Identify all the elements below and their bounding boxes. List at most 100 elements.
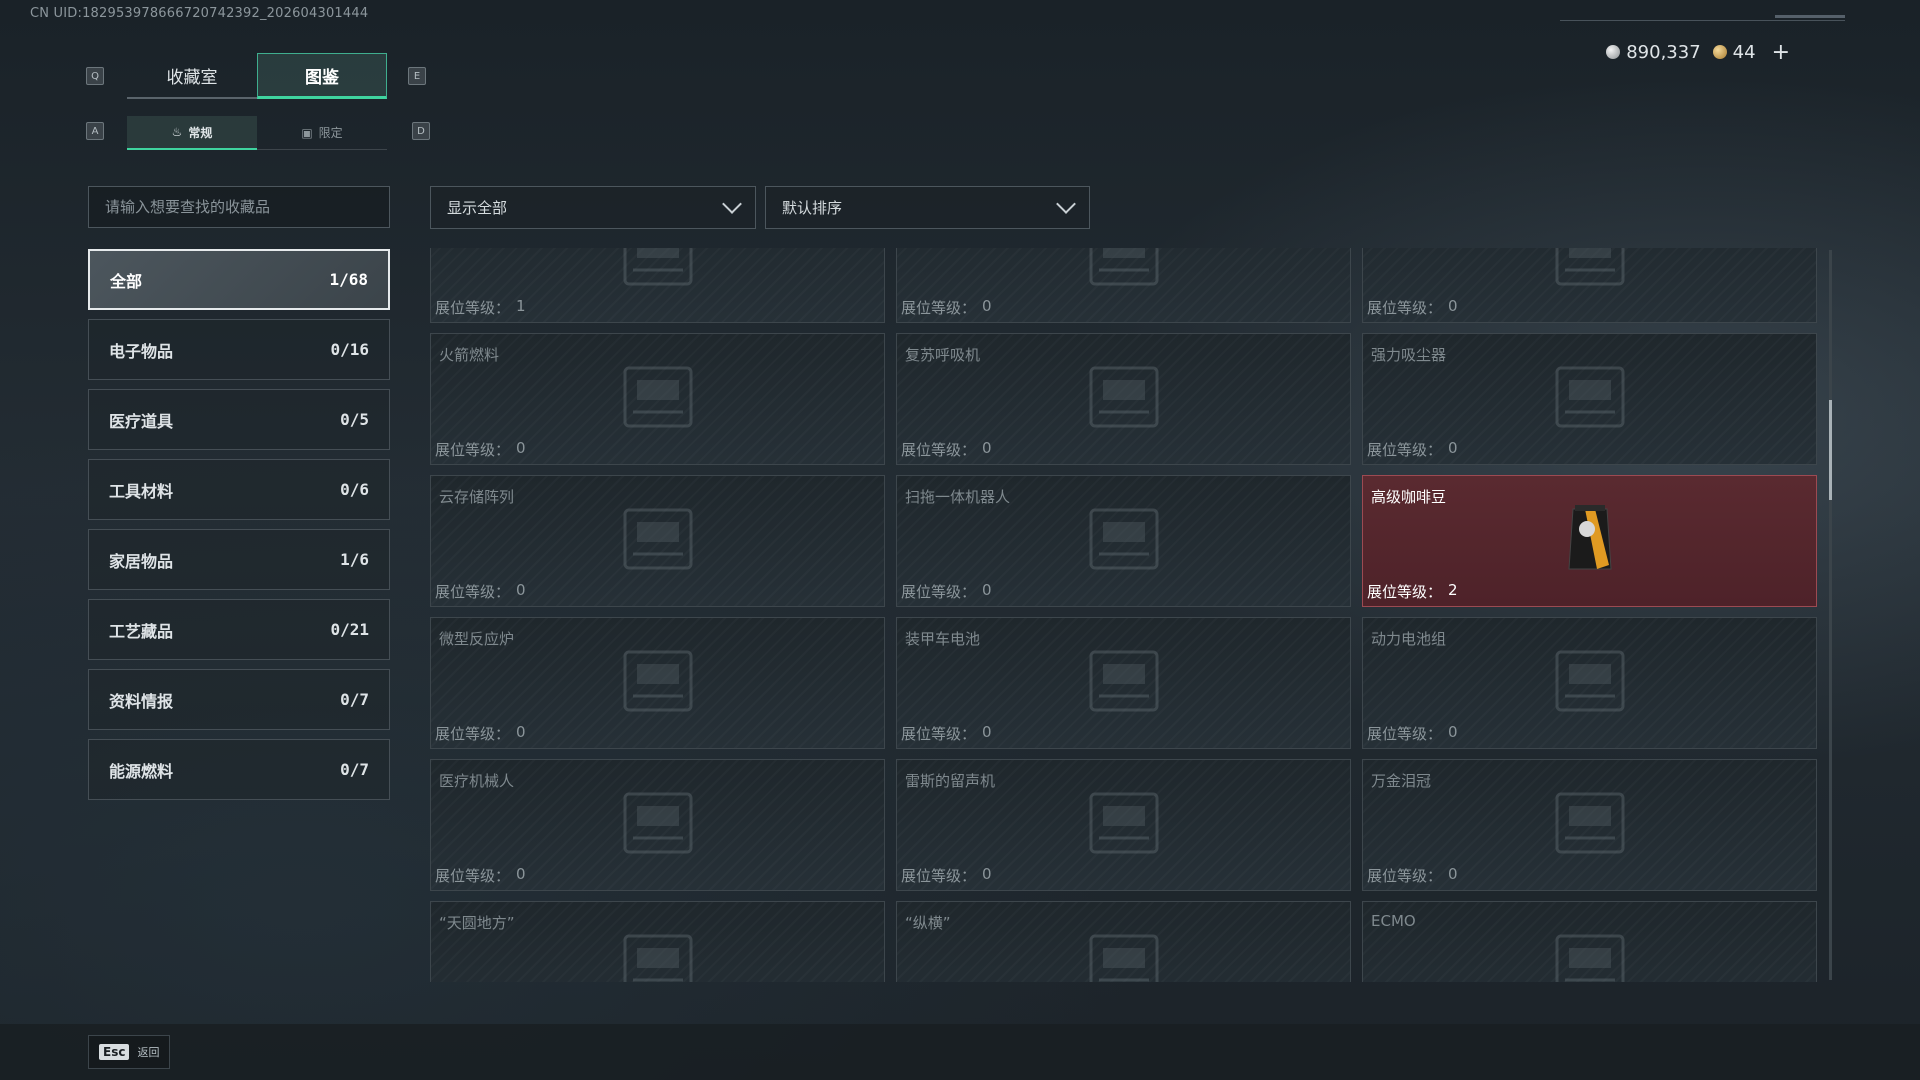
item-silhouette-icon (1069, 496, 1179, 586)
collection-item-card[interactable]: 雷斯的留声机展位等级： 0 (896, 759, 1351, 891)
uid-label: CN UID:1829539786667207423​92_2026043014… (30, 6, 369, 21)
collection-item-card[interactable]: “天圆地方” (430, 901, 885, 982)
chevron-down-icon (1056, 193, 1076, 214)
collection-item-card[interactable]: 动力电池组展位等级： 0 (1362, 617, 1817, 749)
item-level: 展位等级： 0 (901, 581, 992, 601)
collection-item-card[interactable]: 微型反应炉展位等级： 0 (430, 617, 885, 749)
item-level: 展位等级： 0 (435, 581, 526, 601)
key-a-hint: A (86, 122, 104, 140)
tab-collection-room[interactable]: 收藏室 (127, 53, 257, 99)
category-crafts[interactable]: 工艺藏品 0/21 (88, 599, 390, 660)
category-list: 全部 1/68 电子物品 0/16 医疗道具 0/5 工具材料 0/6 家居物品 1/6 … (88, 249, 390, 809)
item-level: 展位等级： 0 (1367, 865, 1458, 885)
back-button[interactable]: Esc 返回 (88, 1035, 170, 1069)
search-input[interactable] (105, 198, 373, 216)
item-silhouette-icon (1535, 780, 1645, 870)
gold-currency: 44 (1712, 42, 1756, 63)
item-silhouette-icon (1069, 638, 1179, 728)
collection-item-card[interactable]: “纵横” (896, 901, 1351, 982)
collection-item-card[interactable]: 万金泪冠展位等级： 0 (1362, 759, 1817, 891)
gold-coin-icon (1712, 45, 1727, 59)
collection-item-card[interactable]: 火箭燃料展位等级： 0 (430, 333, 885, 465)
item-level: 展位等级： 2 (1367, 581, 1458, 601)
sub-tabs: ♨ 常规 ▣ 限定 (127, 116, 387, 150)
item-silhouette-icon (1069, 780, 1179, 870)
item-name: 云存储阵列 (439, 488, 515, 506)
item-name: 强力吸尘器 (1371, 346, 1447, 364)
category-household[interactable]: 家居物品 1/6 (88, 529, 390, 590)
chevron-down-icon (722, 193, 742, 214)
item-name: 医疗机械人 (439, 772, 515, 790)
category-energy[interactable]: 能源燃料 0/7 (88, 739, 390, 800)
item-name: 高级咖啡豆 (1371, 488, 1447, 506)
collection-item-card[interactable]: 复苏呼吸机 展位等级： 0 (896, 333, 1351, 465)
collection-item-card[interactable]: 装甲车电池 展位等级： 0 (896, 617, 1351, 749)
item-silhouette-icon (603, 354, 713, 444)
item-silhouette-icon (1535, 922, 1645, 982)
item-name: 火箭燃料 (439, 346, 500, 364)
key-e-hint: E (408, 67, 426, 85)
image-icon: ▣ (301, 125, 313, 140)
currency-bar: 890,337 44 + (1606, 40, 1790, 65)
filter-dropdown[interactable]: 显示全部 (430, 186, 756, 229)
item-name: 微型反应炉 (439, 630, 515, 648)
item-name: 万金泪冠 (1371, 772, 1432, 790)
item-level: 展位等级： 0 (901, 865, 992, 885)
item-silhouette-icon (603, 248, 713, 302)
item-silhouette-icon (1069, 248, 1179, 302)
category-all[interactable]: 全部 1/68 (88, 249, 390, 310)
collection-item-card[interactable]: 扫拖一体机器人展位等级： 0 (896, 475, 1351, 607)
item-silhouette-icon (1069, 354, 1179, 444)
category-electronics[interactable]: 电子物品 0/16 (88, 319, 390, 380)
coffee-bag-icon (1565, 503, 1615, 579)
category-tools[interactable]: 工具材料 0/6 (88, 459, 390, 520)
item-level: 展位等级： 0 (435, 439, 526, 459)
collection-item-card[interactable]: 医疗机械人展位等级： 0 (430, 759, 885, 891)
category-medical[interactable]: 医疗道具 0/5 (88, 389, 390, 450)
bottom-bar (0, 1024, 1920, 1080)
scrollbar[interactable] (1829, 250, 1832, 980)
flame-icon: ♨ (171, 125, 183, 139)
collection-item-card[interactable]: 强力吸尘器展位等级： 0 (1362, 333, 1817, 465)
item-name: 复苏呼吸机 (905, 346, 981, 364)
item-silhouette-icon (603, 922, 713, 982)
item-level: 展位等级： 0 (901, 297, 992, 317)
item-silhouette-icon (603, 496, 713, 586)
top-divider (1560, 20, 1845, 21)
scrollbar-thumb[interactable] (1829, 400, 1832, 500)
collection-item-card[interactable]: 云存储阵列展位等级： 0 (430, 475, 885, 607)
main-tabs: 收藏室 图鉴 (127, 53, 387, 99)
key-d-hint: D (412, 122, 430, 140)
collection-item-card[interactable]: 展位等级： 0 (896, 248, 1351, 323)
category-intel[interactable]: 资料情报 0/7 (88, 669, 390, 730)
top-divider-highlight (1775, 15, 1845, 18)
item-level: 展位等级： 0 (435, 865, 526, 885)
item-silhouette-icon (1535, 638, 1645, 728)
key-q-hint: Q (86, 67, 104, 85)
item-level: 展位等级： 0 (1367, 297, 1458, 317)
tab-codex[interactable]: 图鉴 (257, 53, 387, 99)
collection-item-card[interactable]: 高级咖啡豆展位等级： 2 (1362, 475, 1817, 607)
item-name: 雷斯的留声机 (905, 772, 996, 790)
item-name: 扫拖一体机器人 (905, 488, 1011, 506)
collection-item-card[interactable]: 展位等级： 0 (1362, 248, 1817, 323)
item-silhouette-icon (603, 780, 713, 870)
tab-limited[interactable]: ▣ 限定 (257, 116, 387, 150)
sort-dropdown[interactable]: 默认排序 (765, 186, 1090, 229)
item-grid: 展位等级： 1 展位等级： 0 展位等级： 0 火箭燃料 展位等级： 0 复苏呼吸机 展位等级： 0 强… (430, 248, 1817, 982)
item-grid-viewport: 展位等级： 1 展位等级： 0 展位等级： 0 火箭燃料 展位等级： 0 复苏呼吸机 展位等级： 0 强… (430, 248, 1820, 982)
search-box[interactable] (88, 186, 390, 228)
add-currency-button[interactable]: + (1772, 40, 1790, 65)
item-level: 展位等级： 0 (1367, 439, 1458, 459)
item-level: 展位等级： 0 (1367, 723, 1458, 743)
item-name: 动力电池组 (1371, 630, 1447, 648)
item-silhouette-icon (1535, 248, 1645, 302)
collection-item-card[interactable]: 展位等级： 1 (430, 248, 885, 323)
item-level: 展位等级： 0 (435, 723, 526, 743)
item-silhouette-icon (603, 638, 713, 728)
tab-regular[interactable]: ♨ 常规 (127, 116, 257, 150)
collection-item-card[interactable]: ECMO (1362, 901, 1817, 982)
item-silhouette-icon (1069, 922, 1179, 982)
silver-coin-icon (1606, 45, 1621, 59)
item-silhouette-icon (1535, 354, 1645, 444)
